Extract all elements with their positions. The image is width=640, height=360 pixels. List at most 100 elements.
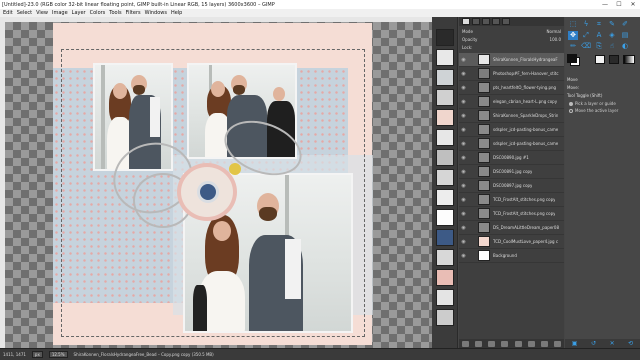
- restore-icon[interactable]: ↺: [591, 340, 596, 347]
- reset-icon[interactable]: ⟲: [628, 340, 633, 347]
- layer-row[interactable]: ◉ DSC00897.jpg copy: [459, 179, 564, 193]
- menu-image[interactable]: Image: [50, 10, 70, 16]
- text-icon[interactable]: A: [594, 31, 604, 40]
- eye-icon[interactable]: ◉: [459, 141, 468, 147]
- brush-preview[interactable]: [436, 229, 454, 246]
- layer-row[interactable]: ◉ pts_heartfeltO_flower-tying.png: [459, 81, 564, 95]
- layer-row[interactable]: ◉ TCD_CoolMustLove_paper4.jpg c: [459, 235, 564, 249]
- menu-view[interactable]: View: [34, 10, 50, 16]
- radio-icon[interactable]: [569, 108, 573, 113]
- brush-preview[interactable]: [436, 209, 454, 226]
- eraser-icon[interactable]: ⌫: [581, 42, 591, 51]
- menu-colors[interactable]: Colors: [88, 10, 108, 16]
- tab-channels[interactable]: [472, 18, 480, 25]
- tab-undo[interactable]: [492, 18, 500, 25]
- maximize-button[interactable]: ☐: [612, 0, 626, 9]
- eye-icon[interactable]: ◉: [459, 239, 468, 245]
- option-pick-layer[interactable]: Pick a layer or guide: [569, 101, 616, 106]
- layer-row[interactable]: ◉ elegan_cbrian_heart-L.png copy: [459, 95, 564, 109]
- scrapbook-page[interactable]: [53, 23, 373, 345]
- opacity-value[interactable]: 100.0: [550, 37, 564, 42]
- menu-filters[interactable]: Filters: [124, 10, 143, 16]
- lasso-icon[interactable]: ϟ: [581, 20, 591, 29]
- eye-icon[interactable]: ◉: [459, 57, 468, 63]
- eye-icon[interactable]: ◉: [459, 113, 468, 119]
- minimize-button[interactable]: —: [598, 0, 612, 9]
- layer-row[interactable]: ◉ TCD_FrostAlt_stitches.png copy: [459, 193, 564, 207]
- brush-preview-swatch[interactable]: [595, 55, 605, 64]
- eye-icon[interactable]: ◉: [459, 169, 468, 175]
- layer-row[interactable]: ◉ DSC00891.jpg copy: [459, 165, 564, 179]
- paths-icon[interactable]: ✎: [607, 20, 617, 29]
- clone-icon[interactable]: ⎘: [594, 42, 604, 51]
- brush-preview[interactable]: [436, 49, 454, 66]
- delete-layer-icon[interactable]: [553, 340, 561, 347]
- lower-layer-icon[interactable]: [501, 340, 509, 347]
- eye-icon[interactable]: ◉: [459, 183, 468, 189]
- eye-icon[interactable]: ◉: [459, 253, 468, 259]
- brush-preview[interactable]: [436, 29, 454, 46]
- tab-images[interactable]: [502, 18, 510, 25]
- brush-preview[interactable]: [436, 129, 454, 146]
- mode-row[interactable]: Mode Normal: [459, 28, 564, 35]
- gradient-icon[interactable]: ▤: [620, 31, 630, 40]
- brush-preview[interactable]: [436, 169, 454, 186]
- bucket-fill-icon[interactable]: ◈: [607, 31, 617, 40]
- eye-icon[interactable]: ◉: [459, 155, 468, 161]
- layer-row[interactable]: ◉ TCD_FrostAlt_stitches.png copy: [459, 207, 564, 221]
- new-layer-icon[interactable]: [462, 340, 470, 347]
- color-picker-icon[interactable]: ✐: [620, 20, 630, 29]
- eye-icon[interactable]: ◉: [459, 71, 468, 77]
- tab-layers[interactable]: [462, 18, 470, 25]
- menu-layer[interactable]: Layer: [70, 10, 88, 16]
- radio-icon[interactable]: [569, 101, 573, 106]
- eye-icon[interactable]: ◉: [459, 211, 468, 217]
- dodge-icon[interactable]: ◐: [620, 42, 630, 51]
- mask-icon[interactable]: [540, 340, 548, 347]
- layer-row[interactable]: ◉ sdspler_jcd-pasting-bonus_came: [459, 123, 564, 137]
- move-tool-icon[interactable]: ✥: [568, 31, 578, 40]
- layer-row[interactable]: ◉ DSC00890.jpg #1: [459, 151, 564, 165]
- zoom-select[interactable]: 12.5%: [48, 351, 68, 358]
- brush-preview[interactable]: [436, 269, 454, 286]
- tab-paths[interactable]: [482, 18, 490, 25]
- menu-tools[interactable]: Tools: [107, 10, 123, 16]
- brush-preview[interactable]: [436, 309, 454, 326]
- layer-row[interactable]: ◉ Background: [459, 249, 564, 263]
- eye-icon[interactable]: ◉: [459, 197, 468, 203]
- eye-icon[interactable]: ◉: [459, 99, 468, 105]
- new-group-icon[interactable]: [475, 340, 483, 347]
- crop-icon[interactable]: ⌗: [594, 20, 604, 29]
- anchor-layer-icon[interactable]: [527, 340, 535, 347]
- brush-preview[interactable]: [436, 149, 454, 166]
- opacity-row[interactable]: Opacity 100.0: [459, 36, 564, 43]
- mode-value[interactable]: Normal: [547, 29, 564, 34]
- foreground-color-swatch[interactable]: [567, 54, 577, 63]
- menu-help[interactable]: Help: [169, 10, 184, 16]
- menu-windows[interactable]: Windows: [143, 10, 169, 16]
- delete-icon[interactable]: ✕: [610, 340, 615, 347]
- button-embellishment[interactable]: [197, 181, 219, 203]
- paintbrush-icon[interactable]: ✏: [568, 42, 578, 51]
- unit-select[interactable]: px: [31, 351, 43, 358]
- save-preset-icon[interactable]: ▣: [572, 340, 578, 347]
- canvas-area[interactable]: [0, 17, 432, 348]
- eye-icon[interactable]: ◉: [459, 85, 468, 91]
- duplicate-layer-icon[interactable]: [514, 340, 522, 347]
- raise-layer-icon[interactable]: [488, 340, 496, 347]
- layer-row[interactable]: ◉ ShiraKonnen_SparkleDrops_Strin: [459, 109, 564, 123]
- layer-row[interactable]: ◉ ShiraKonnen_FloralsHydrangeaF: [459, 53, 564, 67]
- gradient-preview-swatch[interactable]: [623, 55, 635, 64]
- brush-preview[interactable]: [436, 189, 454, 206]
- layer-row[interactable]: ◉ sdspler_jcd-pasting-bonus_came: [459, 137, 564, 151]
- close-button[interactable]: ✕: [626, 0, 640, 9]
- layer-row[interactable]: ◉ Photoshop#F_fern-Hanover_stitc: [459, 67, 564, 81]
- pattern-preview-swatch[interactable]: [609, 55, 619, 64]
- menu-edit[interactable]: Edit: [1, 10, 15, 16]
- eye-icon[interactable]: ◉: [459, 127, 468, 133]
- scale-icon[interactable]: ⤢: [581, 31, 591, 40]
- brush-preview[interactable]: [436, 289, 454, 306]
- brush-preview[interactable]: [436, 109, 454, 126]
- menu-select[interactable]: Select: [15, 10, 34, 16]
- layer-row[interactable]: ◉ DS_DreamALittleDream_paper08: [459, 221, 564, 235]
